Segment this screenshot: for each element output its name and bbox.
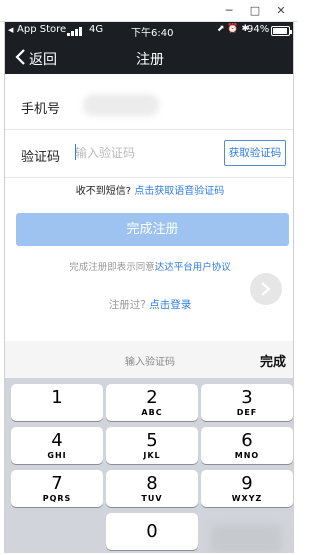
code-label: 验证码 [21,150,61,165]
keyboard-toolbar: 输入验证码 完成 [5,341,293,378]
key-letters: MNO [234,451,260,460]
key-letters: JKL [143,451,161,460]
keyboard-hint: 输入验证码 [125,357,175,368]
key-digit: 9 [241,473,253,494]
key-letters: GHI [47,451,67,460]
network-type: 4G [89,24,104,35]
code-row: 验证码 获取验证码 [5,130,293,178]
phone-screen: ◀ App Store 4G 下午6:40 ⬈ ⏰ ✱ 94% 返回 注册 手机… [4,22,294,553]
key-0[interactable]: 0 [106,513,198,550]
voice-code-link[interactable]: 点击获取语音验证码 [134,186,224,197]
key-digit: 7 [51,473,63,494]
key-2[interactable]: 2 ABC [106,384,198,421]
get-code-button[interactable]: 获取验证码 [224,140,286,166]
submit-button[interactable]: 完成注册 [16,213,289,246]
phone-number-field[interactable] [83,94,159,116]
key-letters: TUV [141,494,163,503]
window-titlebar: ─ □ ✕ [0,0,298,22]
key-letters: DEF [236,408,258,417]
key-digit: 1 [51,387,63,408]
key-digit: 4 [51,430,63,451]
key-digit: 5 [146,430,158,451]
key-letters: WXYZ [231,494,263,503]
key-letters: PQRS [42,494,72,503]
key-8[interactable]: 8 TUV [106,470,198,507]
phone-row: 手机号 [5,82,293,130]
key-5[interactable]: 5 JKL [106,427,198,464]
voice-code-row: 收不到短信? 点击获取语音验证码 [5,182,293,197]
status-bar: ◀ App Store 4G 下午6:40 ⬈ ⏰ ✱ 94% [5,22,293,40]
key-digit: 3 [241,387,253,408]
agreement-link[interactable]: 达达平台用户协议 [155,262,231,273]
key-digit: 8 [146,473,158,494]
key-4[interactable]: 4 GHI [11,427,103,464]
key-3[interactable]: 3 DEF [201,384,293,421]
key-digit: 6 [241,430,253,451]
key-digit: 0 [146,521,158,542]
signal-icon [67,27,83,36]
battery-percent: 94% [247,24,270,35]
maximize-icon[interactable]: □ [244,3,266,19]
back-arrow-icon: ◀ [8,26,14,34]
status-back-app[interactable]: App Store [17,24,66,35]
voice-prefix: 收不到短信? [75,186,132,197]
delete-key[interactable] [211,525,281,553]
text-caret [75,144,76,160]
status-time: 下午6:40 [131,28,174,39]
numeric-keyboard: 输入验证码 完成 1 2 ABC 3 DEF 4 GHI 5 JKL 6 MNO 7 PQR… [5,341,293,553]
status-icons: ⬈ ⏰ ✱ [217,24,250,34]
minimize-icon[interactable]: ─ [218,3,240,19]
close-icon[interactable]: ✕ [270,3,292,19]
page-title: 注册 [136,52,164,68]
chevron-right-icon [261,282,271,296]
agreement-row: 完成注册即表示同意达达平台用户协议 [5,259,293,273]
agreement-prefix: 完成注册即表示同意 [69,262,155,273]
code-input[interactable] [75,142,215,164]
login-link[interactable]: 点击登录 [149,299,191,311]
key-digit: 2 [146,387,158,408]
keyboard-done-button[interactable]: 完成 [260,351,286,370]
key-9[interactable]: 9 WXYZ [201,470,293,507]
key-7[interactable]: 7 PQRS [11,470,103,507]
battery-level [273,28,287,34]
key-1[interactable]: 1 [11,384,103,421]
key-6[interactable]: 6 MNO [201,427,293,464]
login-row: 注册过? 点击登录 [5,297,293,312]
phone-label: 手机号 [21,102,61,117]
key-letters: ABC [141,408,163,417]
login-prefix: 注册过? [108,299,146,311]
nav-bar: 返回 注册 [5,40,293,74]
battery-icon [271,26,292,36]
